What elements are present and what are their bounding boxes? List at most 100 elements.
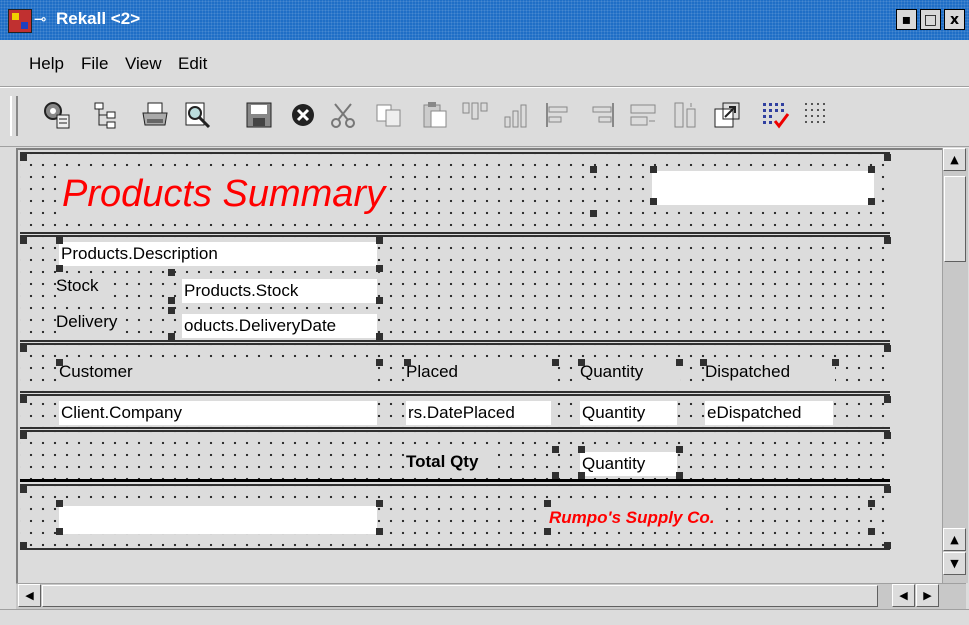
- resize-handle[interactable]: [676, 359, 683, 366]
- minimize-button[interactable]: ▪: [896, 9, 917, 30]
- horizontal-scroll-thumb[interactable]: [42, 585, 878, 607]
- resize-handle[interactable]: [544, 500, 551, 507]
- resize-icon[interactable]: [710, 98, 744, 132]
- resize-handle[interactable]: [404, 359, 411, 366]
- resize-handle[interactable]: [884, 237, 891, 244]
- products-description-field[interactable]: Products.Description: [59, 242, 377, 266]
- cut-icon[interactable]: [326, 98, 360, 132]
- resize-handle[interactable]: [168, 269, 175, 276]
- menu-view[interactable]: View: [125, 54, 162, 74]
- report-footer-section[interactable]: Rumpo's Supply Co.: [20, 484, 891, 550]
- cancel-icon[interactable]: [286, 98, 320, 132]
- totals-section[interactable]: Total Qty Quantity: [20, 430, 891, 482]
- total-qty-label[interactable]: Total Qty: [406, 450, 499, 474]
- total-quantity-field[interactable]: Quantity: [580, 452, 677, 476]
- resize-handle[interactable]: [56, 528, 63, 535]
- pin-icon[interactable]: ⊸: [34, 10, 47, 28]
- vertical-scrollbar[interactable]: ▲ ▲ ▼: [942, 148, 968, 583]
- resize-handle[interactable]: [20, 345, 27, 352]
- resize-handle[interactable]: [56, 359, 63, 366]
- resize-handle[interactable]: [552, 472, 559, 479]
- footer-company-name[interactable]: Rumpo's Supply Co.: [546, 505, 718, 531]
- paste-icon[interactable]: [418, 98, 452, 132]
- align-left-icon[interactable]: [542, 98, 576, 132]
- resize-handle[interactable]: [884, 396, 891, 403]
- copy-icon[interactable]: [372, 98, 406, 132]
- report-title[interactable]: Products Summary: [58, 172, 390, 216]
- resize-handle[interactable]: [590, 210, 597, 217]
- date-placed-field[interactable]: rs.DatePlaced: [406, 401, 551, 425]
- horizontal-scrollbar[interactable]: ◀ ◀ ▶: [16, 583, 966, 609]
- resize-handle[interactable]: [168, 307, 175, 314]
- align-right-icon[interactable]: [584, 98, 618, 132]
- resize-handle[interactable]: [552, 359, 559, 366]
- products-delivery-date-field[interactable]: oducts.DeliveryDate: [182, 314, 377, 338]
- resize-handle[interactable]: [578, 446, 585, 453]
- resize-handle[interactable]: [884, 542, 891, 549]
- products-section[interactable]: Products.Description Stock Products.Stoc…: [20, 235, 891, 342]
- header-text-field[interactable]: [652, 171, 874, 205]
- resize-handle[interactable]: [56, 500, 63, 507]
- footer-text-field[interactable]: [59, 506, 377, 534]
- resize-handle[interactable]: [376, 500, 383, 507]
- customer-header[interactable]: Customer: [59, 360, 375, 384]
- resize-handle[interactable]: [650, 198, 657, 205]
- date-dispatched-field[interactable]: eDispatched: [705, 401, 833, 425]
- resize-handle[interactable]: [376, 237, 383, 244]
- scroll-up-bottom-icon[interactable]: ▲: [943, 528, 966, 551]
- window-title-bar[interactable]: ⊸ Rekall <2> ▪ □ x: [0, 0, 969, 40]
- toolbar-handle-icon[interactable]: [10, 96, 18, 136]
- maximize-button[interactable]: □: [920, 9, 941, 30]
- client-company-field[interactable]: Client.Company: [59, 401, 377, 425]
- resize-handle[interactable]: [552, 446, 559, 453]
- vertical-size-icon[interactable]: [668, 98, 702, 132]
- resize-handle[interactable]: [376, 297, 383, 304]
- tree-icon[interactable]: [90, 98, 124, 132]
- resize-handle[interactable]: [884, 154, 891, 161]
- resize-handle[interactable]: [650, 166, 657, 173]
- grid-icon[interactable]: [800, 98, 834, 132]
- resize-handle[interactable]: [868, 198, 875, 205]
- resize-handle[interactable]: [832, 359, 839, 366]
- resize-handle[interactable]: [20, 396, 27, 403]
- scroll-up-icon[interactable]: ▲: [943, 148, 966, 171]
- resize-handle[interactable]: [578, 472, 585, 479]
- delivery-label[interactable]: Delivery: [56, 310, 124, 334]
- size-icon[interactable]: [626, 98, 660, 132]
- orders-header-section[interactable]: Customer Placed Quantity Dispatched: [20, 343, 891, 393]
- chart-icon[interactable]: [500, 98, 534, 132]
- print-preview-icon[interactable]: [180, 98, 214, 132]
- save-icon[interactable]: [242, 98, 276, 132]
- resize-handle[interactable]: [376, 528, 383, 535]
- resize-handle[interactable]: [884, 345, 891, 352]
- app-icon[interactable]: [8, 9, 32, 33]
- stock-label[interactable]: Stock: [56, 274, 105, 298]
- print-icon[interactable]: [138, 98, 172, 132]
- resize-handle[interactable]: [376, 333, 383, 340]
- scroll-right-icon[interactable]: ▶: [916, 584, 939, 607]
- scroll-down-icon[interactable]: ▼: [943, 552, 966, 575]
- resize-handle[interactable]: [20, 432, 27, 439]
- resize-handle[interactable]: [20, 486, 27, 493]
- resize-handle[interactable]: [56, 265, 63, 272]
- dispatched-header[interactable]: Dispatched: [705, 360, 835, 384]
- resize-handle[interactable]: [544, 528, 551, 535]
- align-icon[interactable]: [458, 98, 492, 132]
- report-header-section[interactable]: Products Summary: [20, 152, 891, 234]
- quantity-field[interactable]: Quantity: [580, 401, 677, 425]
- menu-help[interactable]: Help: [29, 54, 64, 74]
- resize-handle[interactable]: [168, 333, 175, 340]
- resize-handle[interactable]: [868, 528, 875, 535]
- placed-header[interactable]: Placed: [406, 360, 551, 384]
- resize-handle[interactable]: [168, 297, 175, 304]
- resize-handle[interactable]: [376, 265, 383, 272]
- resize-handle[interactable]: [578, 359, 585, 366]
- close-button[interactable]: x: [944, 9, 965, 30]
- scroll-left-icon[interactable]: ◀: [18, 584, 41, 607]
- resize-handle[interactable]: [676, 446, 683, 453]
- orders-row-section[interactable]: Client.Company rs.DatePlaced Quantity eD…: [20, 394, 891, 429]
- resize-handle[interactable]: [20, 542, 27, 549]
- vertical-scroll-thumb[interactable]: [944, 176, 966, 262]
- resize-handle[interactable]: [868, 500, 875, 507]
- menu-file[interactable]: File: [81, 54, 108, 74]
